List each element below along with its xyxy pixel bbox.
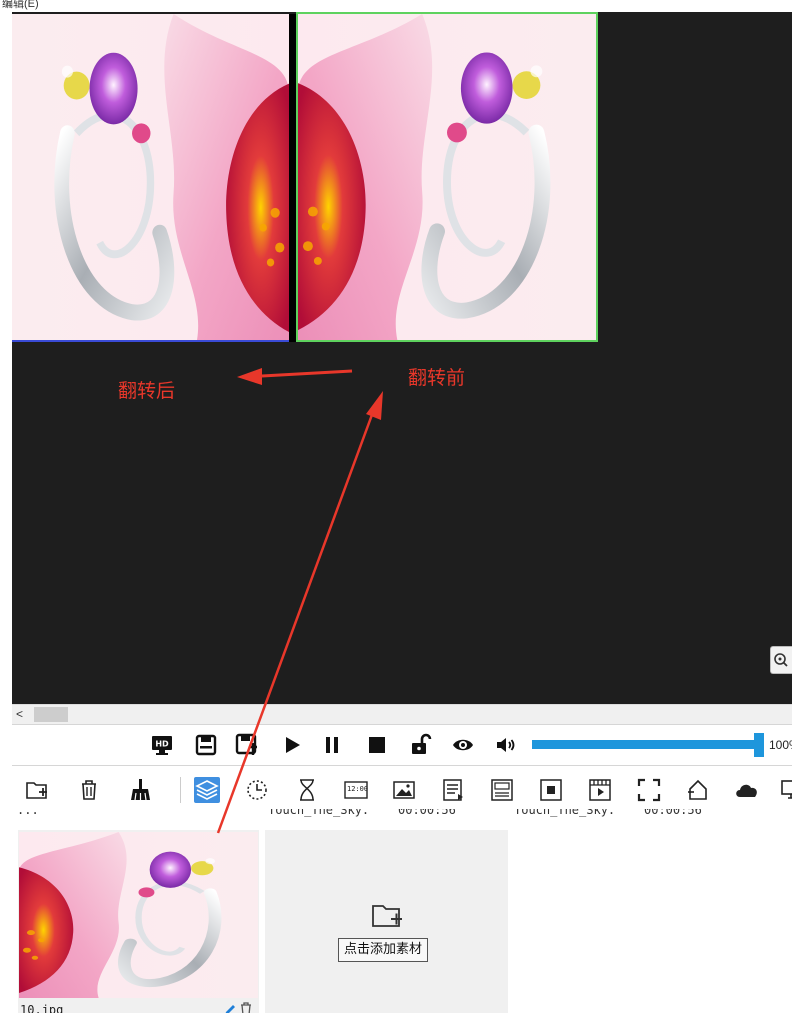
cut-item2-name: Touch_The_Sky. — [514, 809, 616, 817]
playback-bar: HD 100 — [12, 724, 792, 766]
image-icon[interactable] — [391, 777, 417, 803]
flipped-image[interactable] — [12, 14, 289, 342]
zoom-button[interactable] — [770, 646, 792, 674]
material-name: 10.jpg — [20, 1003, 64, 1013]
video-icon[interactable] — [587, 777, 613, 803]
trash-icon[interactable] — [76, 777, 102, 803]
horizontal-scrollbar[interactable]: < — [12, 704, 792, 724]
volume-percent: 100% — [769, 738, 792, 752]
save-as-icon[interactable] — [235, 733, 259, 757]
play-icon[interactable] — [280, 733, 304, 757]
annotation-before-flip: 翻转前 — [408, 367, 466, 389]
broom-icon[interactable] — [128, 777, 154, 803]
text-box-icon[interactable] — [489, 777, 515, 803]
material-card[interactable]: 10.jpg — [18, 830, 259, 1013]
pause-icon[interactable] — [320, 733, 344, 757]
scroll-thumb[interactable] — [34, 707, 68, 722]
image-divider — [289, 14, 296, 342]
save-icon[interactable] — [194, 733, 218, 757]
cut-item1-name: Touch_The_Sky. — [268, 809, 370, 817]
media-box-icon[interactable] — [538, 777, 564, 803]
cut-left-fragment: ... — [17, 809, 39, 817]
weather-icon[interactable] — [734, 777, 760, 803]
previous-row-fragment: ... Touch_The_Sky. 00:00:56 Touch_The_Sk… — [12, 809, 792, 823]
add-folder-icon — [372, 905, 402, 927]
hourglass-icon[interactable] — [294, 777, 320, 803]
text-list-icon[interactable] — [440, 777, 466, 803]
html-icon[interactable] — [685, 777, 711, 803]
clock-dotted-icon[interactable] — [244, 777, 270, 803]
svg-text:HD: HD — [155, 740, 169, 749]
fullscreen-icon[interactable] — [636, 777, 662, 803]
add-material-button[interactable]: 点击添加素材 — [338, 938, 429, 962]
toolbar-separator — [180, 777, 181, 803]
monitor-icon[interactable] — [780, 777, 792, 803]
delete-icon[interactable] — [240, 1002, 252, 1013]
speaker-icon[interactable] — [494, 733, 518, 757]
app-window: 编辑(E) 翻转后 翻转前 < HD 100 12:00 ... Touch_T… — [0, 0, 792, 1013]
cut-item1-time: 00:00:56 — [398, 809, 456, 817]
unlock-icon[interactable] — [409, 733, 433, 757]
materials-toolbar: 12:00 — [12, 771, 792, 809]
menu-strip: 编辑(E) — [0, 0, 792, 12]
material-thumbnail[interactable] — [19, 832, 258, 998]
original-image[interactable] — [296, 12, 598, 342]
add-material-tile[interactable]: 点击添加素材 — [265, 830, 508, 1013]
preview-canvas[interactable]: 翻转后 翻转前 — [12, 12, 792, 704]
volume-slider-handle[interactable] — [754, 733, 764, 757]
add-folder-icon[interactable] — [24, 777, 50, 803]
menu-edit[interactable]: 编辑(E) — [2, 0, 39, 11]
hd-icon[interactable]: HD — [150, 733, 174, 757]
digital-clock-icon[interactable]: 12:00 — [343, 777, 369, 803]
scroll-left-arrow[interactable]: < — [16, 707, 23, 721]
zoom-icon — [774, 653, 788, 667]
volume-slider[interactable] — [532, 740, 762, 749]
annotation-after-flip: 翻转后 — [118, 380, 176, 402]
edit-pencil-icon[interactable] — [223, 1003, 237, 1013]
layers-icon[interactable] — [194, 777, 220, 803]
eye-icon[interactable] — [451, 733, 475, 757]
digital-clock-text: 12:00 — [347, 785, 369, 793]
stop-icon[interactable] — [365, 733, 389, 757]
materials-panel: 10.jpg 点击添加素材 — [12, 823, 792, 1013]
cut-item2-time: 00:00:56 — [644, 809, 702, 817]
